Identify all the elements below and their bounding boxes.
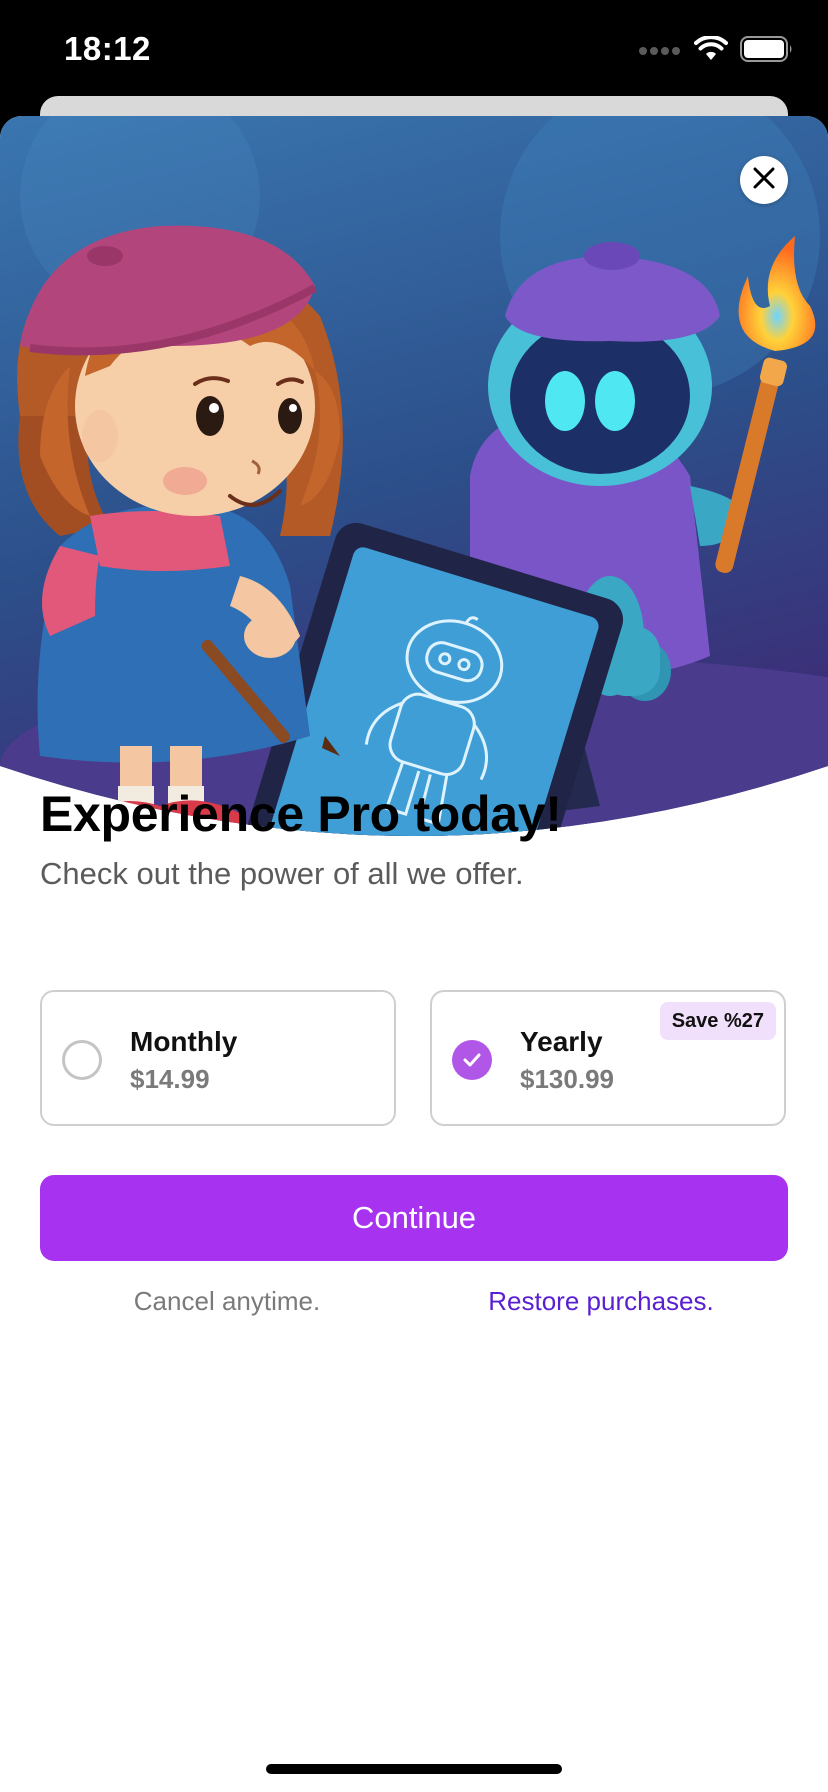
save-badge: Save %27 — [659, 1002, 776, 1040]
plan-name: Yearly — [520, 1026, 603, 1057]
plan-name: Monthly — [130, 1026, 238, 1057]
close-button[interactable] — [740, 156, 788, 204]
cancel-note: Cancel anytime. — [133, 1286, 321, 1316]
paywall-sheet — [0, 116, 828, 1792]
page-subtitle: Check out the power of all we offer. — [40, 856, 524, 891]
wifi-icon — [694, 35, 728, 67]
plan-price: $14.99 — [130, 1064, 210, 1094]
page-title: Experience Pro today! — [40, 786, 562, 842]
battery-icon — [740, 36, 794, 67]
home-indicator — [266, 1764, 562, 1774]
signal-dots-icon — [638, 43, 682, 61]
continue-button[interactable]: Continue — [40, 1175, 788, 1261]
plan-price: $130.99 — [520, 1064, 614, 1094]
plan-monthly-option[interactable]: Monthly $14.99 — [40, 990, 396, 1126]
close-icon — [752, 166, 776, 195]
radio-unselected-icon[interactable] — [62, 1040, 102, 1080]
check-icon — [463, 1053, 481, 1067]
restore-purchases-link[interactable]: Restore purchases. — [414, 1286, 788, 1317]
radio-selected-icon[interactable] — [452, 1040, 492, 1080]
status-bar: 18:12 — [0, 0, 828, 96]
plan-yearly-option[interactable]: Yearly $130.99 Save %27 — [430, 990, 786, 1126]
hero-illustration — [0, 116, 828, 836]
status-time: 18:12 — [64, 30, 151, 67]
status-icons — [638, 35, 794, 67]
